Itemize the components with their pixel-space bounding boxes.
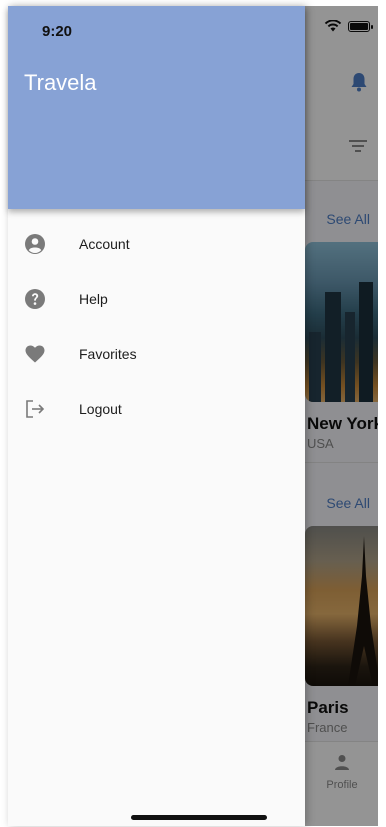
menu-item-account[interactable]: Account bbox=[8, 216, 305, 271]
menu-item-label: Help bbox=[79, 290, 108, 307]
navigation-drawer: 9:20 Travela Account Help Favorites Logo… bbox=[8, 6, 305, 826]
account-circle-icon bbox=[24, 233, 46, 255]
drawer-menu: Account Help Favorites Logout bbox=[8, 216, 305, 436]
home-indicator[interactable] bbox=[131, 815, 267, 820]
menu-item-label: Favorites bbox=[79, 345, 137, 362]
menu-item-label: Logout bbox=[79, 400, 122, 417]
logout-icon bbox=[24, 398, 46, 420]
drawer-header: 9:20 Travela bbox=[8, 6, 305, 209]
menu-item-logout[interactable]: Logout bbox=[8, 381, 305, 436]
status-bar-time: 9:20 bbox=[42, 23, 73, 40]
menu-item-help[interactable]: Help bbox=[8, 271, 305, 326]
menu-item-label: Account bbox=[79, 235, 130, 252]
drawer-title: Travela bbox=[24, 70, 97, 95]
heart-icon bbox=[24, 343, 46, 365]
menu-item-favorites[interactable]: Favorites bbox=[8, 326, 305, 381]
help-icon bbox=[24, 288, 46, 310]
